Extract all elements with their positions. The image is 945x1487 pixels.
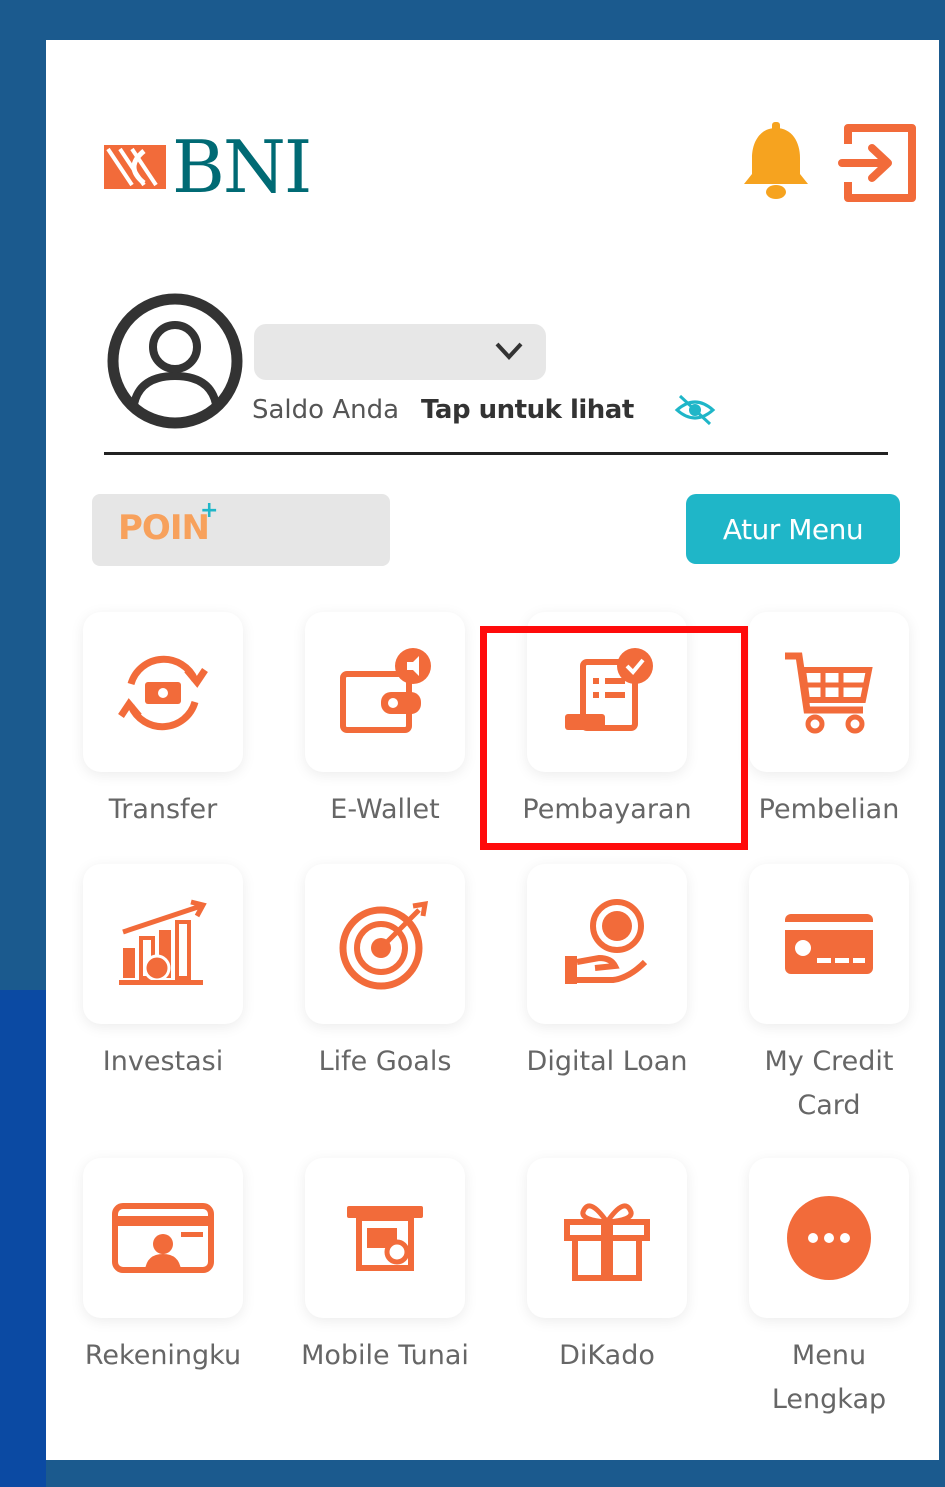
- account-selector[interactable]: [254, 324, 546, 380]
- menu-label-line2: Card: [797, 1090, 861, 1121]
- menu-e-wallet[interactable]: E-Wallet: [300, 612, 470, 832]
- menu-tile[interactable]: [83, 612, 243, 772]
- menu-tile[interactable]: [749, 1158, 909, 1318]
- menu-label: Mobile Tunai: [301, 1340, 469, 1371]
- menu-digital-loan[interactable]: Digital Loan: [522, 864, 692, 1084]
- menu-label-line1: My Credit: [764, 1046, 894, 1077]
- menu-label: Investasi: [102, 1046, 224, 1077]
- menu-rekeningku[interactable]: Rekeningku: [78, 1158, 248, 1378]
- menu-label-line2: Lengkap: [771, 1384, 887, 1415]
- target-icon: [339, 900, 429, 990]
- account-card-icon: [112, 1203, 214, 1273]
- gift-icon: [564, 1203, 650, 1281]
- loan-hand-icon: [565, 899, 648, 984]
- logo-text: BNI: [172, 125, 312, 209]
- cart-icon: [785, 652, 873, 734]
- menu-life-goals[interactable]: Life Goals: [300, 864, 470, 1084]
- menu-tile[interactable]: [305, 864, 465, 1024]
- frame-accent: [0, 990, 46, 1487]
- more-icon: [787, 1196, 871, 1280]
- poin-banner[interactable]: POIN +: [92, 494, 390, 566]
- balance-hint[interactable]: Tap untuk lihat: [421, 395, 634, 425]
- menu-label: Transfer: [108, 794, 218, 825]
- menu-tile[interactable]: [83, 1158, 243, 1318]
- menu-pembelian[interactable]: Pembelian: [744, 612, 914, 832]
- menu-label: Rekeningku: [84, 1340, 242, 1371]
- menu-tile[interactable]: [749, 612, 909, 772]
- menu-tile[interactable]: [527, 864, 687, 1024]
- chevron-down-icon: [495, 342, 523, 360]
- menu-label: DiKado: [559, 1340, 655, 1371]
- menu-label: Menu Lengkap: [744, 1334, 914, 1422]
- bni-logo: BNI: [104, 125, 324, 209]
- menu-transfer[interactable]: Transfer: [78, 612, 248, 832]
- investment-chart-icon: [119, 899, 207, 985]
- profile-divider: [104, 452, 888, 455]
- balance-label: Saldo Anda: [252, 395, 400, 425]
- menu-mobile-tunai[interactable]: Mobile Tunai: [300, 1158, 470, 1378]
- menu-lengkap[interactable]: Menu Lengkap: [744, 1158, 914, 1422]
- bell-icon[interactable]: [740, 122, 812, 202]
- poin-plus: +: [200, 498, 219, 523]
- transfer-icon: [118, 655, 208, 731]
- eye-off-icon[interactable]: [674, 392, 716, 428]
- menu-my-credit-card[interactable]: My Credit Card: [744, 864, 914, 1128]
- menu-dikado[interactable]: DiKado: [522, 1158, 692, 1378]
- menu-tile[interactable]: [749, 864, 909, 1024]
- mobile-screen: BNI Saldo Anda Tap untuk lihat POIN + At…: [46, 40, 939, 1460]
- atm-cash-icon: [347, 1206, 423, 1271]
- menu-label-line1: Menu: [791, 1340, 867, 1371]
- e-wallet-icon: [340, 648, 431, 733]
- credit-card-icon: [785, 914, 873, 974]
- menu-investasi[interactable]: Investasi: [78, 864, 248, 1084]
- menu-tile[interactable]: [305, 612, 465, 772]
- balance-row[interactable]: Saldo Anda Tap untuk lihat: [252, 392, 716, 428]
- menu-tile[interactable]: [83, 864, 243, 1024]
- menu-label: Digital Loan: [526, 1046, 688, 1077]
- poin-label: POIN: [118, 508, 210, 548]
- pembayaran-highlight: [480, 626, 748, 850]
- bni-logo-mark-icon: [104, 145, 166, 189]
- menu-label: My Credit Card: [744, 1040, 914, 1128]
- atur-menu-button[interactable]: Atur Menu: [686, 494, 900, 564]
- user-avatar-icon[interactable]: [106, 292, 244, 430]
- logout-icon[interactable]: [838, 122, 918, 204]
- menu-tile[interactable]: [527, 1158, 687, 1318]
- menu-label: Pembelian: [758, 794, 900, 825]
- menu-tile[interactable]: [305, 1158, 465, 1318]
- menu-label: E-Wallet: [330, 794, 440, 825]
- menu-label: Life Goals: [318, 1046, 452, 1077]
